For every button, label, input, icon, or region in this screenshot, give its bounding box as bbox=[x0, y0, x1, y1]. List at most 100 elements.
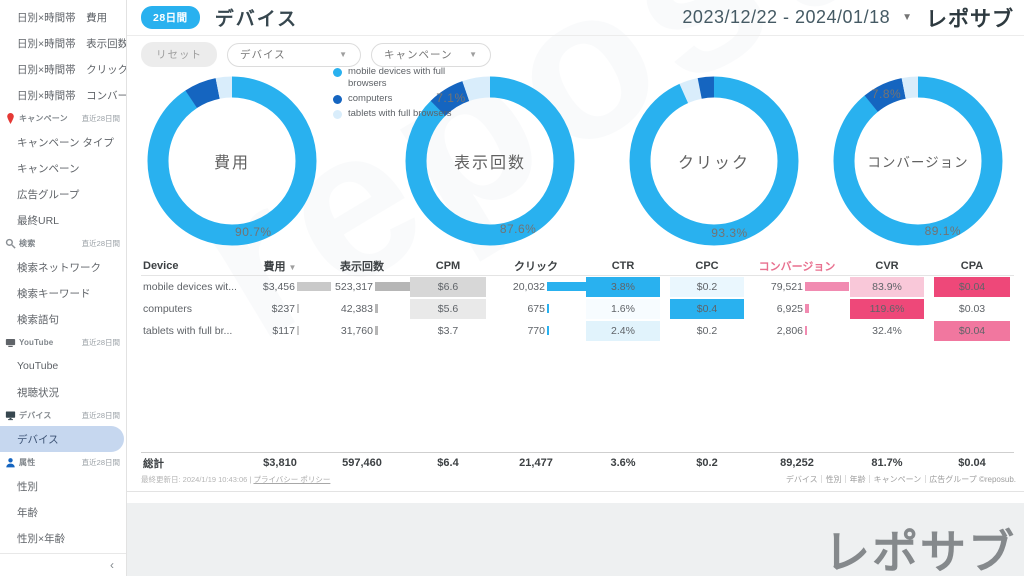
donut-chart-1: 90.7%費用 bbox=[142, 71, 322, 251]
value-bar bbox=[547, 304, 549, 313]
donut-center-title: 費用 bbox=[214, 149, 250, 173]
total-value: 597,460 bbox=[319, 457, 405, 469]
column-header-cvr[interactable]: CVR bbox=[845, 260, 929, 272]
total-value: $0.2 bbox=[665, 457, 749, 469]
column-header-label: CVR bbox=[875, 260, 898, 272]
column-header-cpa[interactable]: CPA bbox=[929, 260, 1015, 272]
page-title: デバイス bbox=[215, 4, 298, 31]
column-header-label: CTR bbox=[612, 260, 635, 272]
cell-imp: 42,383 bbox=[319, 303, 405, 315]
sidebar-item[interactable]: 検索キーワード bbox=[0, 280, 126, 306]
donut-chart-4: 89.1%7.8%コンバージョン bbox=[828, 71, 1008, 251]
cell-value: $3,456 bbox=[241, 281, 295, 293]
privacy-policy-link[interactable]: プライバシー ポリシー bbox=[253, 475, 330, 484]
reset-button[interactable]: リセット bbox=[141, 42, 217, 67]
cell-ctr: 2.4% bbox=[581, 320, 665, 342]
column-header-cpc[interactable]: CPC bbox=[665, 260, 749, 272]
sidebar-item[interactable]: 性別 bbox=[0, 473, 126, 499]
sidebar-item-label: 視聴状況 bbox=[17, 385, 59, 400]
device-filter-dropdown[interactable]: デバイス ▼ bbox=[227, 43, 361, 67]
column-header-label: クリック bbox=[514, 261, 558, 273]
heatmap-cell: $0.04 bbox=[934, 321, 1010, 341]
legend-label: tablets with full browsers bbox=[348, 108, 451, 120]
donut-chart-3: 93.3%クリック bbox=[624, 71, 804, 251]
cell-cvr: 119.6% bbox=[845, 298, 929, 320]
app-root: 日別×時間帯 費用日別×時間帯 表示回数日別×時間帯 クリック日別×時間帯 コン… bbox=[0, 0, 1024, 576]
legend-dot-icon bbox=[333, 95, 342, 104]
sidebar-item[interactable]: 最終URL bbox=[0, 207, 126, 233]
heatmap-cell: $0.2 bbox=[670, 277, 744, 297]
value-bar bbox=[375, 304, 378, 313]
device-table: Device費用▼表示回数CPMクリックCTRCPCコンバージョンCVRCPA … bbox=[141, 257, 1014, 342]
total-value: 81.7% bbox=[845, 457, 929, 469]
sidebar-section-label: デバイス bbox=[19, 410, 82, 421]
section-period-badge: 直近28日間 bbox=[82, 337, 120, 348]
cell-cost: $117 bbox=[241, 325, 319, 337]
column-header-ctr[interactable]: CTR bbox=[581, 260, 665, 272]
sidebar-item[interactable]: キャンペーン bbox=[0, 155, 126, 181]
campaign-filter-dropdown[interactable]: キャンペーン ▼ bbox=[371, 43, 491, 67]
heatmap-cell: 32.4% bbox=[850, 321, 924, 341]
sidebar-item[interactable]: デバイス bbox=[0, 426, 124, 452]
sidebar-item-label: デバイス bbox=[17, 432, 59, 447]
cell-value: 79,521 bbox=[749, 281, 803, 293]
sidebar-item[interactable]: 広告グループ bbox=[0, 181, 126, 207]
person-icon bbox=[5, 457, 16, 468]
sidebar-item[interactable]: 日別×時間帯 表示回数 bbox=[0, 30, 126, 56]
cell-clicks: 20,032 bbox=[491, 281, 581, 293]
heatmap-cell: $0.4 bbox=[670, 299, 744, 319]
sidebar-item[interactable]: 年齢 bbox=[0, 499, 126, 525]
column-header-cpm[interactable]: CPM bbox=[405, 260, 491, 272]
last-updated-text: 最終更新日: 2024/1/19 10:43:06 | プライバシー ポリシー bbox=[141, 474, 330, 485]
percent-label: 89.1% bbox=[925, 224, 962, 238]
cell-cpa: $0.03 bbox=[929, 298, 1015, 320]
cell-value: 523,317 bbox=[319, 281, 373, 293]
table-row: computers$23742,383$5.66751.6%$0.46,9251… bbox=[141, 298, 1014, 320]
heatmap-cell: 83.9% bbox=[850, 277, 924, 297]
sidebar-item-label: 広告グループ bbox=[17, 187, 79, 202]
cell-ctr: 1.6% bbox=[581, 298, 665, 320]
column-header-device[interactable]: Device bbox=[141, 260, 241, 272]
search-icon bbox=[5, 238, 16, 249]
main-panel: reposub 28日間 デバイス 2023/12/22 - 2024/01/1… bbox=[127, 0, 1024, 503]
divider bbox=[127, 491, 1024, 492]
sidebar-item-label: 性別 bbox=[17, 479, 38, 494]
bottom-strip: レポサブ bbox=[127, 503, 1024, 576]
cell-clicks: 770 bbox=[491, 325, 581, 337]
sidebar-item[interactable]: 視聴状況 bbox=[0, 379, 126, 405]
column-header-imp[interactable]: 表示回数 bbox=[319, 258, 405, 274]
column-header-label: CPC bbox=[695, 260, 718, 272]
cell-value: $117 bbox=[241, 325, 295, 337]
total-value: $3,810 bbox=[241, 457, 319, 469]
chevron-down-icon[interactable]: ▼ bbox=[902, 12, 912, 23]
sidebar-item[interactable]: 検索ネットワーク bbox=[0, 254, 126, 280]
column-header-cost[interactable]: 費用▼ bbox=[241, 258, 319, 274]
total-value: 89,252 bbox=[749, 457, 845, 469]
column-header-conv[interactable]: コンバージョン bbox=[749, 258, 845, 274]
sidebar-item[interactable]: 日別×時間帯 コンバージョ... bbox=[0, 82, 126, 108]
column-header-label: CPM bbox=[436, 260, 460, 272]
sidebar-item[interactable]: キャンペーン タイプ bbox=[0, 129, 126, 155]
column-header-clicks[interactable]: クリック bbox=[491, 258, 581, 274]
sidebar-item[interactable]: 日別×時間帯 クリック bbox=[0, 56, 126, 82]
sidebar-item-label: YouTube bbox=[17, 360, 58, 372]
sidebar-item[interactable]: YouTube bbox=[0, 353, 126, 379]
sidebar-section-monitor: デバイス直近28日間 bbox=[0, 405, 126, 426]
table-row: mobile devices wit...$3,456523,317$6.620… bbox=[141, 276, 1014, 298]
collapse-chevron-icon[interactable]: ‹ bbox=[110, 558, 114, 572]
cell-cvr: 83.9% bbox=[845, 276, 929, 298]
sidebar-item[interactable]: 日別×時間帯 費用 bbox=[0, 4, 126, 30]
total-label: 総計 bbox=[141, 456, 241, 471]
legend-label: computers bbox=[348, 93, 392, 105]
sidebar-item[interactable]: 検索語句 bbox=[0, 306, 126, 332]
heatmap-cell: $0.03 bbox=[934, 299, 1010, 319]
cell-value: 2,806 bbox=[749, 325, 803, 337]
donut-center-title: コンバージョン bbox=[867, 151, 968, 171]
sidebar-item[interactable]: 性別×年齢 bbox=[0, 525, 126, 551]
cell-value: 20,032 bbox=[491, 281, 545, 293]
credits-text: デバイス｜性別｜年齢｜キャンペーン｜広告グループ ©reposub. bbox=[786, 474, 1016, 485]
date-range-selector[interactable]: 2023/12/22 - 2024/01/18 bbox=[682, 7, 890, 28]
section-period-badge: 直近28日間 bbox=[82, 113, 120, 124]
sidebar-item-label: 検索キーワード bbox=[17, 286, 91, 301]
column-header-label: Device bbox=[143, 260, 178, 272]
